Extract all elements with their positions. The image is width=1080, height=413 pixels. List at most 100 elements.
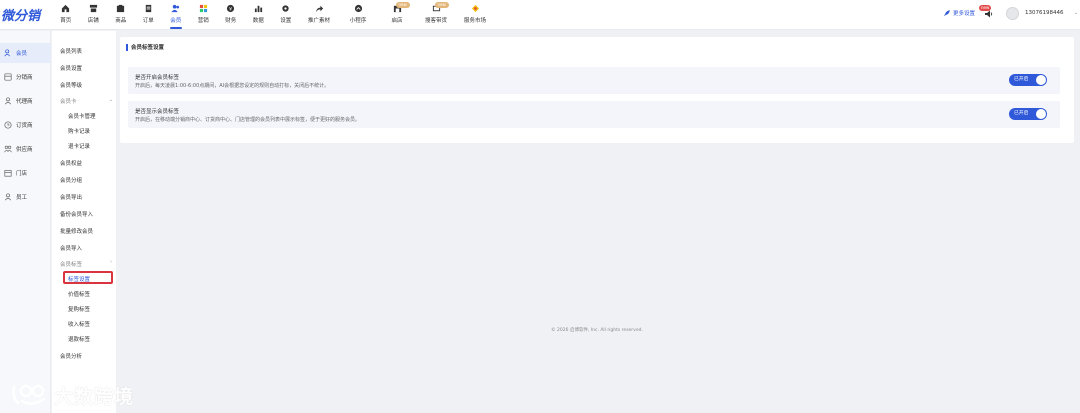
setting-title: 是否显示会员标签 bbox=[135, 109, 180, 115]
staff-icon bbox=[4, 193, 12, 201]
nav-service-market[interactable]: 服务市场 bbox=[456, 0, 495, 30]
nav-marketing-label: 营销 bbox=[197, 18, 209, 24]
watermark-logo-icon bbox=[12, 384, 46, 405]
nav-home[interactable]: 首页 bbox=[52, 0, 80, 30]
finance-icon: ¥ bbox=[227, 4, 235, 12]
sidebar-item-staff[interactable]: 员工 bbox=[0, 187, 51, 207]
toggle-knob bbox=[1036, 109, 1046, 119]
data-icon bbox=[254, 5, 262, 13]
sidebar-item-member[interactable]: 会员 bbox=[0, 43, 51, 63]
menu-repurchase-tags[interactable]: 复购标签 bbox=[68, 305, 90, 313]
store-icon bbox=[89, 4, 97, 13]
service-market-icon bbox=[471, 4, 479, 13]
nav-live-commerce-label: 搜客带货 bbox=[424, 18, 447, 24]
menu-backup-import[interactable]: 备份会员导入 bbox=[60, 210, 93, 218]
nav-shop-start-label: 启店 bbox=[391, 18, 403, 24]
menu-group-member-card[interactable]: 会员卡 bbox=[60, 97, 77, 105]
menu-member-import[interactable]: 会员导入 bbox=[60, 244, 82, 252]
primary-sidebar: 会员 分销商 代理商 订货商 供应商 门店 员工 bbox=[0, 31, 51, 413]
menu-card-buy-records[interactable]: 购卡记录 bbox=[68, 127, 90, 135]
chevron-down-icon[interactable]: ⌄ bbox=[109, 97, 113, 103]
nav-live-commerce[interactable]: new 搜客带货 bbox=[417, 0, 456, 30]
menu-value-tags[interactable]: 价值标签 bbox=[68, 290, 90, 298]
member-icon bbox=[4, 49, 11, 57]
nav-marketing[interactable]: 营销 bbox=[190, 0, 218, 30]
nav-store-label: 店铺 bbox=[87, 18, 99, 24]
shop-icon bbox=[4, 170, 12, 177]
nav-promo-material[interactable]: 推广素材 bbox=[300, 0, 339, 30]
speaker-icon[interactable] bbox=[984, 9, 994, 19]
sidebar-item-orderer[interactable]: 订货商 bbox=[0, 115, 51, 135]
agent-icon bbox=[4, 97, 12, 105]
rocket-icon bbox=[943, 10, 950, 17]
menu-income-tags[interactable]: 收入标签 bbox=[68, 320, 90, 328]
user-phone[interactable]: 13076198446 bbox=[1025, 10, 1064, 16]
main-panel: 会员标签设置 是否开启会员标签 开启后，每天凌晨1:00-6:00点期间，AI会… bbox=[120, 37, 1074, 143]
nav-miniprogram[interactable]: 小程序 bbox=[339, 0, 378, 30]
home-icon bbox=[62, 4, 70, 13]
watermark: 大数跨境 bbox=[10, 381, 134, 409]
setting-description: 开启后，在移动端分销商中心、订货商中心、门店管理的会员列表中展示标签，便于更好的… bbox=[135, 117, 361, 123]
setting-description: 开启后，每天凌晨1:00-6:00点期间，AI会根据您设定的规则自动打标，关闭后… bbox=[135, 83, 330, 89]
share-icon bbox=[315, 5, 323, 13]
member-icon bbox=[171, 4, 180, 13]
menu-member-level[interactable]: 会员等级 bbox=[60, 81, 82, 89]
chevron-down-icon[interactable]: ⌄ bbox=[1074, 10, 1078, 16]
more-settings-link[interactable]: 更多设置 new bbox=[943, 5, 992, 17]
selection-highlight bbox=[63, 271, 113, 284]
sidebar-item-supplier[interactable]: 供应商 bbox=[0, 139, 51, 159]
nav-goods[interactable]: 商品 bbox=[107, 0, 135, 30]
menu-refund-tags[interactable]: 退款标签 bbox=[68, 335, 90, 343]
secondary-sidebar: 会员列表 会员设置 会员等级 会员卡 ⌄ 会员卡管理 购卡记录 退卡记录 会员权… bbox=[52, 31, 116, 413]
toggle-knob bbox=[1036, 75, 1046, 85]
settings-icon bbox=[282, 5, 289, 12]
app-logo[interactable]: 微分销 bbox=[1, 5, 40, 24]
menu-member-group[interactable]: 会员分组 bbox=[60, 176, 82, 184]
menu-member-settings[interactable]: 会员设置 bbox=[60, 64, 82, 72]
sidebar-item-distributor-label: 分销商 bbox=[16, 75, 33, 81]
svg-text:¥: ¥ bbox=[229, 6, 232, 12]
watermark-text: 大数跨境 bbox=[54, 385, 135, 408]
top-nav: 首页 店铺 商品 订单 会员 营销 ¥ 财务 数据 设置 推广素材 小程序 ne… bbox=[52, 0, 495, 30]
nav-store[interactable]: 店铺 bbox=[80, 0, 108, 30]
menu-batch-edit[interactable]: 批量修改会员 bbox=[60, 227, 93, 235]
nav-data[interactable]: 数据 bbox=[245, 0, 273, 30]
menu-card-refund-records[interactable]: 退卡记录 bbox=[68, 142, 90, 150]
sidebar-item-shop[interactable]: 门店 bbox=[0, 163, 51, 183]
sidebar-item-agent[interactable]: 代理商 bbox=[0, 91, 51, 111]
nav-promo-material-label: 推广素材 bbox=[307, 18, 330, 24]
menu-member-analysis[interactable]: 会员分析 bbox=[60, 352, 82, 360]
nav-live-commerce-badge: new bbox=[434, 2, 449, 8]
show-tags-toggle[interactable]: 已开启 bbox=[1009, 108, 1047, 120]
footer-copyright: © 2026 启博软件, Inc. All rights reserved. bbox=[551, 328, 643, 333]
nav-finance[interactable]: ¥ 财务 bbox=[217, 0, 245, 30]
nav-member-label: 会员 bbox=[170, 18, 182, 24]
page-title: 会员标签设置 bbox=[126, 43, 164, 51]
menu-group-member-tags[interactable]: 会员标签 bbox=[60, 260, 82, 268]
top-navigation-bar: 微分销 首页 店铺 商品 订单 会员 营销 ¥ 财务 数据 设置 推广素材 小程… bbox=[0, 0, 1080, 30]
menu-card-manage[interactable]: 会员卡管理 bbox=[68, 112, 96, 120]
toggle-label: 已开启 bbox=[1014, 77, 1029, 82]
nav-order[interactable]: 订单 bbox=[135, 0, 163, 30]
menu-member-export[interactable]: 会员导出 bbox=[60, 193, 82, 201]
sidebar-item-supplier-label: 供应商 bbox=[16, 147, 33, 153]
nav-shop-start[interactable]: new 启店 bbox=[378, 0, 417, 30]
toggle-label: 已开启 bbox=[1014, 111, 1029, 116]
supplier-icon bbox=[4, 145, 12, 153]
chevron-right-icon[interactable]: › bbox=[110, 259, 112, 265]
sidebar-item-shop-label: 门店 bbox=[16, 171, 28, 177]
nav-member[interactable]: 会员 bbox=[162, 0, 190, 30]
avatar[interactable] bbox=[1006, 7, 1019, 20]
goods-icon bbox=[117, 4, 125, 13]
enable-tags-toggle[interactable]: 已开启 bbox=[1009, 74, 1047, 86]
menu-member-list[interactable]: 会员列表 bbox=[60, 47, 82, 55]
sidebar-item-agent-label: 代理商 bbox=[16, 99, 33, 105]
miniprogram-icon bbox=[354, 4, 362, 13]
sidebar-item-orderer-label: 订货商 bbox=[16, 123, 33, 129]
nav-settings[interactable]: 设置 bbox=[272, 0, 300, 30]
menu-member-rights[interactable]: 会员权益 bbox=[60, 159, 82, 167]
setting-card-show-tags: 是否显示会员标签 开启后，在移动端分销商中心、订货商中心、门店管理的会员列表中展… bbox=[128, 101, 1060, 128]
nav-home-label: 首页 bbox=[60, 18, 72, 24]
sidebar-item-distributor[interactable]: 分销商 bbox=[0, 67, 51, 87]
nav-shop-start-badge: new bbox=[395, 2, 410, 8]
